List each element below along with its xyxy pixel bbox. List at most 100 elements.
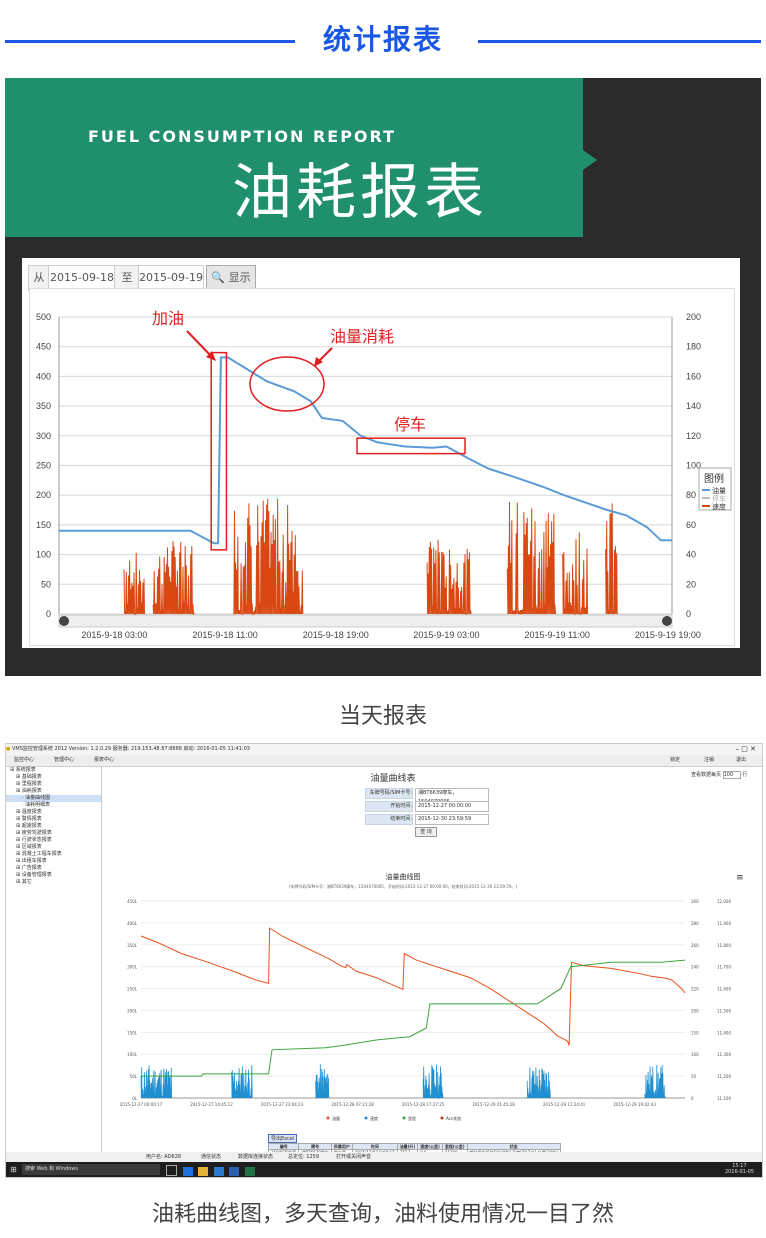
status-sound[interactable]: 打开或关闭声音 — [336, 1152, 371, 1162]
y-left-tick-label: 250L — [127, 987, 138, 992]
excel-icon[interactable] — [244, 1167, 255, 1176]
y-right-tick-label: 160 — [686, 371, 701, 381]
legend-entry: 油量 — [332, 1115, 340, 1121]
legend-entry: 油量 — [712, 486, 726, 495]
menu-logout[interactable]: 注销 — [704, 755, 714, 766]
tree-item[interactable]: ⊞ 里程报表 — [6, 781, 101, 788]
status-user: 用户名: AD628 — [146, 1154, 182, 1160]
y-mid-tick-label: 0 — [691, 1096, 694, 1101]
tree-item[interactable]: ⊞ 混凝土工程车报表 — [6, 851, 101, 858]
speed-series-burst — [644, 1064, 666, 1099]
tree-item[interactable]: ⊞ 油耗报表 — [6, 788, 101, 795]
y-right-tick-label: 11,300 — [717, 1052, 731, 1057]
y-right-tick-label: 140 — [686, 401, 701, 411]
menu-report[interactable]: 报表中心 — [94, 755, 114, 766]
y-right-tick-label: 11,900 — [717, 921, 731, 926]
tree-item[interactable]: ⊞ 疲劳驾驶报表 — [6, 830, 101, 837]
tree-item[interactable]: ⊞ 广告报表 — [6, 865, 101, 872]
tree-item[interactable]: ⊞ 出租车报表 — [6, 858, 101, 865]
tree-item[interactable]: · 油耗明细表 — [6, 802, 101, 809]
tree-item[interactable]: ⊞ 超速报表 — [6, 823, 101, 830]
y-left-tick-label: 150 — [36, 520, 51, 530]
x-tick-label: 2015-12-28 07:21:28 — [331, 1102, 374, 1107]
daily-report-panel: 从 2015-09-18 至 2015-09-19 🔍 显示 0 50 100 150… — [22, 258, 740, 648]
y-right-tick-label: 80 — [686, 490, 696, 500]
caption-daily-report: 当天报表 — [338, 704, 427, 729]
page-rows-unit: 行 — [742, 772, 748, 778]
edge-icon[interactable] — [182, 1167, 193, 1176]
app-titlebar: ● VMS监控管理系统 2012 Version: 1.2.0.29 服务器: … — [6, 744, 762, 755]
tree-item[interactable]: ⊞ 行驶状态报表 — [6, 837, 101, 844]
query-button[interactable]: 查 询 — [415, 827, 437, 837]
explorer-icon[interactable] — [198, 1167, 209, 1176]
y-right-tick-label: 0 — [686, 609, 691, 619]
x-tick-label: 2015-12-28 17:27:25 — [402, 1102, 445, 1107]
speed-series-burst — [315, 1064, 330, 1099]
speed-series-burst — [506, 501, 556, 615]
tree-item[interactable]: ⊞ 其它 — [6, 879, 101, 886]
legend-swatch — [402, 1116, 406, 1120]
page-rows-label: 查看数据每页 — [691, 772, 722, 778]
tree-item[interactable]: ⊞ 区域报表 — [6, 844, 101, 851]
legend-entry: Acc状态 — [446, 1115, 461, 1121]
mileage-series-line — [141, 959, 686, 1077]
y-right-tick-label: 11,500 — [717, 1008, 731, 1013]
speed-series-burst — [152, 541, 195, 615]
menu-exit[interactable]: 退出 — [736, 755, 746, 766]
start-input[interactable]: 2015-12-27 00:00:00 — [415, 801, 489, 812]
legend-entry: 停车 — [712, 494, 726, 503]
y-left-tick-label: 350L — [127, 943, 138, 948]
end-input[interactable]: 2015-12-30 23:59:59 — [415, 814, 489, 825]
speed-series-burst — [231, 1064, 253, 1099]
x-tick-label: 2015-9-19 03:00 — [413, 630, 479, 640]
start-icon[interactable]: ⊞ — [10, 1162, 17, 1177]
page-title: 统计报表 — [322, 23, 443, 56]
table-header-cell: 油量(升) — [396, 1143, 419, 1150]
y-right-tick-label: 40 — [686, 550, 696, 560]
refuel-annotation: 加油 — [152, 309, 184, 328]
menu-monitor[interactable]: 监控中心 — [14, 755, 34, 766]
menu-lock[interactable]: 锁定 — [670, 755, 680, 766]
table-header-cell: 速度(公里) — [417, 1143, 443, 1150]
task-view-icon[interactable] — [166, 1165, 177, 1176]
y-right-tick-label: 200 — [686, 312, 701, 322]
consumption-annotation: 油量消耗 — [330, 327, 394, 346]
y-left-tick-label: 100L — [127, 1052, 138, 1057]
legend-swatch — [326, 1116, 330, 1120]
page-rows-input[interactable]: 100 — [722, 771, 741, 779]
table-header-cell: 所属用户 — [330, 1143, 353, 1150]
windows-taskbar: ⊞ 搜索 Web 和 Windows 15:17 2016-01-05 — [6, 1162, 762, 1177]
word-icon[interactable] — [229, 1167, 240, 1176]
clock-date: 2016-01-05 — [724, 1169, 754, 1175]
tree-item[interactable]: ⊞ 设备管理报表 — [6, 872, 101, 879]
tree-item[interactable]: · 油量曲线图 — [6, 795, 101, 802]
status-bar: 用户名: AD628 通信状态 数据库连接状态 总定位: 1259 打开或关闭声… — [6, 1152, 762, 1162]
tree-item[interactable]: ⊞ 温度报表 — [6, 809, 101, 816]
taskbar-apps — [166, 1165, 259, 1183]
legend-entry: 速度 — [370, 1115, 378, 1121]
y-left-tick-label: 100 — [36, 550, 51, 560]
menu-manage[interactable]: 管理中心 — [54, 755, 74, 766]
y-left-tick-label: 50 — [41, 579, 51, 589]
y-mid-tick-label: 200 — [691, 1008, 699, 1013]
y-left-tick-label: 400 — [36, 371, 51, 381]
window-controls[interactable]: – □ ✕ — [736, 744, 756, 755]
scroll-right-icon — [662, 616, 672, 626]
tree-item[interactable]: ⊞ 警情报表 — [6, 816, 101, 823]
export-excel-button[interactable]: 导出Excel — [268, 1134, 298, 1143]
x-tick-label: 2015-12-27 23:04:23 — [261, 1102, 304, 1107]
tree-item[interactable]: ⊞ 系统报表 — [6, 767, 101, 774]
consumption-arrow — [317, 347, 333, 363]
chart-scrollbar — [58, 614, 673, 628]
speed-series-burst — [526, 1067, 551, 1099]
x-tick-label: 2015-12-29 11:24:41 — [543, 1102, 586, 1107]
x-tick-label: 2015-9-18 19:00 — [303, 630, 369, 640]
taskbar-clock[interactable]: 15:17 2016-01-05 — [725, 1163, 754, 1175]
y-mid-tick-label: 100 — [691, 1052, 699, 1057]
store-icon[interactable] — [213, 1167, 224, 1176]
y-left-tick-label: 450L — [127, 899, 138, 904]
tree-item[interactable]: ⊞ 基础报表 — [6, 774, 101, 781]
y-mid-tick-label: 50 — [691, 1074, 697, 1079]
taskbar-search[interactable]: 搜索 Web 和 Windows — [22, 1164, 160, 1175]
y-left-tick-label: 300L — [127, 965, 138, 970]
